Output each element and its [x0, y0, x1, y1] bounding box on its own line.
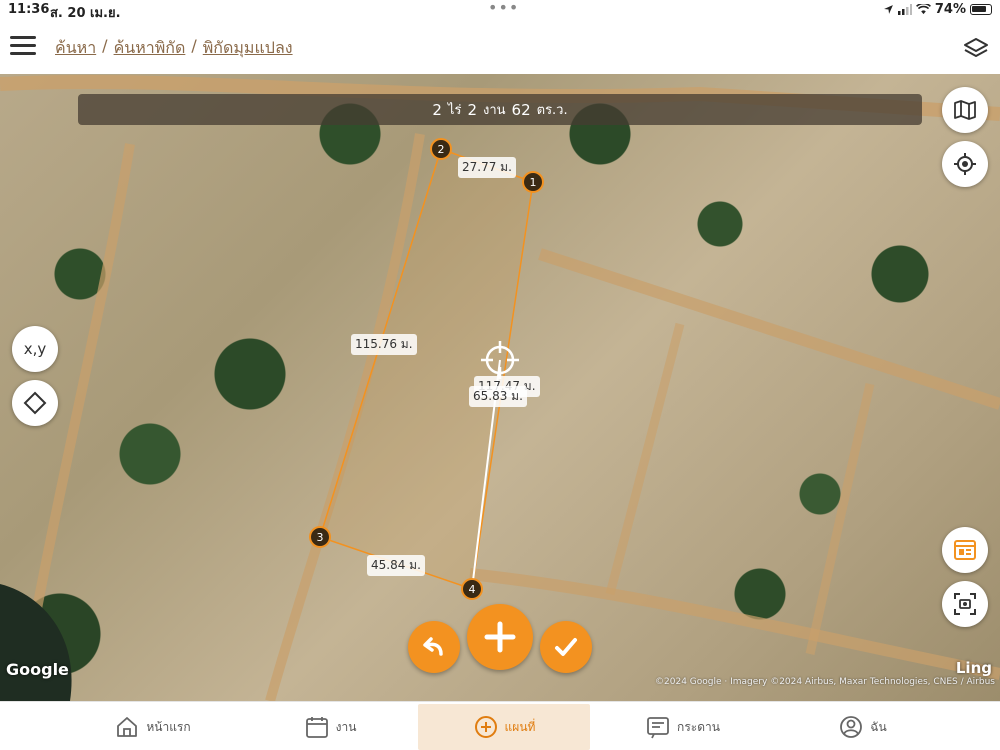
tab-home[interactable]: หน้าแรก [60, 704, 245, 750]
map-attribution: ©2024 Google · Imagery ©2024 Airbus, Max… [655, 677, 995, 687]
tab-profile-label: ฉัน [870, 719, 887, 734]
multitask-dots-icon[interactable]: ••• [488, 0, 519, 17]
breadcrumb-separator: / [102, 36, 108, 55]
user-icon [840, 716, 863, 738]
vertex-marker[interactable]: 1 [522, 171, 544, 193]
diamond-compass-icon [23, 391, 47, 415]
tab-board[interactable]: กระดาน [590, 704, 775, 750]
tab-jobs[interactable]: งาน [245, 704, 415, 750]
target-crosshair-icon [481, 341, 519, 379]
crosshair-location-icon [954, 153, 976, 175]
plot-report-button[interactable] [942, 527, 988, 573]
tab-jobs-label: งาน [335, 719, 357, 734]
header: ค้นหา / ค้นหาพิกัด / พิกัดมุมแปลง [0, 22, 1000, 74]
layers-icon[interactable] [962, 34, 990, 62]
undo-icon [423, 637, 443, 656]
tab-home-label: หน้าแรก [146, 719, 191, 734]
breadcrumb-search[interactable]: ค้นหา [55, 36, 96, 61]
home-icon [117, 717, 138, 737]
edge-length-label: 115.76 ม. [351, 334, 417, 355]
confirm-button[interactable] [540, 621, 592, 673]
hamburger-menu-icon[interactable] [10, 36, 36, 58]
satellite-map[interactable]: 2 ไร่ 2 งาน 62 ตร.ว. x,y 1 2 3 4 27.77 ม… [0, 74, 1000, 701]
status-indicators: 74% [883, 2, 992, 17]
status-time: 11:36 [8, 2, 50, 17]
area-wa-value: 62 [511, 100, 531, 119]
area-summary-banner: 2 ไร่ 2 งาน 62 ตร.ว. [78, 94, 922, 125]
area-rai-value: 2 [432, 100, 442, 119]
signal-icon [897, 4, 912, 15]
xy-label: x,y [23, 340, 47, 358]
battery-percent: 74% [934, 2, 966, 17]
breadcrumb: ค้นหา / ค้นหาพิกัด / พิกัดมุมแปลง [55, 36, 293, 61]
add-point-button[interactable] [467, 604, 533, 670]
location-arrow-icon [883, 5, 893, 14]
status-bar: 11:36 ส. 20 เม.ย. ••• 74% [0, 0, 1000, 22]
bottom-tab-bar: หน้าแรก งาน แผนที่ กระดาน ฉัน [0, 701, 1000, 750]
vertex-marker[interactable]: 4 [461, 578, 483, 600]
my-location-button[interactable] [942, 141, 988, 187]
screenshot-button[interactable] [942, 581, 988, 627]
vertex-marker[interactable]: 3 [309, 526, 331, 548]
area-ngan-unit: งาน [482, 103, 506, 118]
map-icon [954, 100, 976, 120]
breadcrumb-plot-corner-coordinates[interactable]: พิกัดมุมแปลง [203, 36, 293, 61]
xy-coordinate-button[interactable]: x,y [12, 326, 58, 372]
cursor-distance-label: 65.83 ม. [469, 386, 527, 407]
map-type-button[interactable] [942, 87, 988, 133]
plus-circle-icon [474, 716, 497, 738]
report-icon [954, 540, 976, 560]
capture-frame-icon [954, 593, 976, 615]
breadcrumb-search-coordinates[interactable]: ค้นหาพิกัด [114, 36, 186, 61]
vertex-marker[interactable]: 2 [430, 138, 452, 160]
undo-button[interactable] [408, 621, 460, 673]
battery-icon [970, 4, 992, 15]
calendar-icon [305, 717, 328, 738]
checkmark-icon [555, 638, 577, 656]
ling-logo: Ling [955, 659, 992, 677]
plus-icon [484, 621, 516, 653]
wifi-icon [915, 4, 931, 15]
tab-profile[interactable]: ฉัน [775, 704, 950, 750]
edge-length-label: 27.77 ม. [458, 157, 516, 178]
tab-map[interactable]: แผนที่ [418, 704, 590, 750]
board-icon [647, 717, 669, 739]
google-logo: Google [6, 660, 69, 679]
compass-button[interactable] [12, 380, 58, 426]
area-wa-unit: ตร.ว. [536, 103, 568, 118]
status-date: ส. 20 เม.ย. [50, 6, 121, 21]
tab-map-label: แผนที่ [504, 719, 536, 734]
edge-length-label: 45.84 ม. [367, 555, 425, 576]
breadcrumb-separator: / [191, 36, 197, 55]
area-rai-unit: ไร่ [447, 103, 462, 118]
area-ngan-value: 2 [467, 100, 477, 119]
tab-board-label: กระดาน [677, 719, 720, 734]
